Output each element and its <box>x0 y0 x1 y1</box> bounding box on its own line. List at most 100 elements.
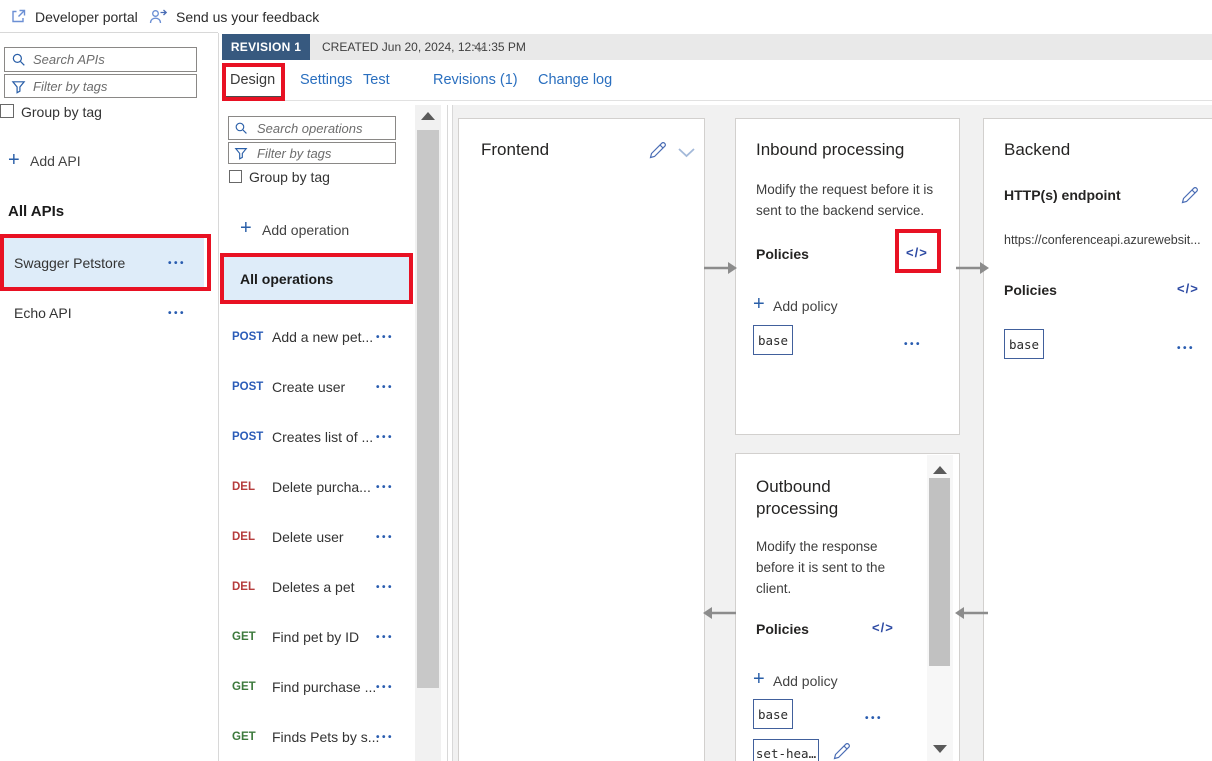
arrow-right-icon <box>954 259 990 277</box>
tabs-bottom-border <box>222 100 1212 101</box>
all-operations-item[interactable]: All operations <box>222 257 412 301</box>
filter-operations-input[interactable] <box>228 142 396 164</box>
backend-policy-more-button[interactable]: ••• <box>1177 343 1195 354</box>
operation-name: Deletes a pet <box>272 579 355 595</box>
method-badge: DEL <box>232 581 255 593</box>
search-operations-input[interactable] <box>228 116 396 140</box>
operation-row[interactable]: GET Finds Pets by s... ••• <box>222 726 412 748</box>
policy-chip-label: base <box>757 332 789 348</box>
arrow-left-icon <box>702 604 738 622</box>
all-operations-label: All operations <box>240 271 334 287</box>
plus-icon: + <box>753 668 765 690</box>
operation-name: Creates list of ... <box>272 429 374 445</box>
operation-more-button[interactable]: ••• <box>376 432 394 443</box>
operation-more-button[interactable]: ••• <box>376 482 394 493</box>
chevron-down-icon[interactable] <box>677 147 696 158</box>
plus-icon: + <box>8 149 20 171</box>
operation-more-button[interactable]: ••• <box>376 632 394 643</box>
operation-row[interactable]: POST Add a new pet... ••• <box>222 326 412 348</box>
method-badge: DEL <box>232 481 255 493</box>
add-policy-label: Add policy <box>773 298 838 314</box>
operation-row[interactable]: POST Create user ••• <box>222 376 412 398</box>
operation-row[interactable]: DEL Delete user ••• <box>222 526 412 548</box>
group-by-tag-operations-label: Group by tag <box>249 169 330 185</box>
api-item-label: Swagger Petstore <box>14 255 126 271</box>
outbound-policies-label: Policies <box>756 621 809 637</box>
inbound-add-policy-button[interactable]: + Add policy <box>753 294 863 316</box>
external-link-icon <box>10 8 27 25</box>
tab-test[interactable]: Test <box>363 72 390 88</box>
outbound-scrollbar-thumb[interactable] <box>929 478 950 666</box>
add-api-button[interactable]: + Add API <box>8 150 128 172</box>
operation-row[interactable]: GET Find pet by ID ••• <box>222 626 412 648</box>
operation-row[interactable]: DEL Deletes a pet ••• <box>222 576 412 598</box>
operation-more-button[interactable]: ••• <box>376 732 394 743</box>
operation-name: Find purchase ... <box>272 679 377 695</box>
outbound-add-policy-button[interactable]: + Add policy <box>753 669 863 691</box>
api-item-echo-api[interactable]: Echo API ••• <box>0 291 204 335</box>
revision-created-text: CREATED Jun 20, 2024, 12:41:35 PM <box>322 40 526 54</box>
api-more-button[interactable]: ••• <box>168 308 186 319</box>
scroll-up-icon[interactable] <box>933 466 947 474</box>
edit-pencil-icon[interactable] <box>831 741 852 761</box>
policy-chip-label: base <box>1008 336 1040 352</box>
tab-design[interactable]: Design <box>230 72 275 88</box>
outbound-policy-base-chip[interactable]: base <box>753 699 793 729</box>
arrow-left-icon <box>954 604 990 622</box>
operation-more-button[interactable]: ••• <box>376 382 394 393</box>
operations-scrollbar-thumb[interactable] <box>417 130 439 688</box>
tab-settings[interactable]: Settings <box>300 72 352 88</box>
revision-badge: REVISION 1 <box>222 34 310 60</box>
code-editor-icon[interactable]: </> <box>872 620 894 635</box>
scroll-up-icon[interactable] <box>421 112 435 120</box>
api-more-button[interactable]: ••• <box>168 258 186 269</box>
inbound-processing-card: Inbound processing Modify the request be… <box>735 118 960 435</box>
scroll-down-icon[interactable] <box>933 745 947 753</box>
edit-pencil-icon[interactable] <box>647 140 668 161</box>
revision-chevron-down-icon[interactable] <box>472 43 487 53</box>
add-policy-label: Add policy <box>773 673 838 689</box>
add-operation-button[interactable]: + Add operation <box>240 218 380 240</box>
operation-row[interactable]: GET Find purchase ... ••• <box>222 676 412 698</box>
tab-change-log[interactable]: Change log <box>538 72 612 88</box>
operation-more-button[interactable]: ••• <box>376 682 394 693</box>
topbar-divider <box>0 32 218 33</box>
inbound-policy-more-button[interactable]: ••• <box>904 339 922 350</box>
method-badge: GET <box>232 631 256 643</box>
feedback-person-icon <box>148 8 168 25</box>
api-item-swagger-petstore[interactable]: Swagger Petstore ••• <box>0 237 204 288</box>
outbound-policy-set-header-chip[interactable]: set-hea… <box>753 739 819 761</box>
outbound-processing-card: Outbound processing Modify the response … <box>735 453 960 761</box>
sidebar-divider <box>218 33 219 761</box>
operation-more-button[interactable]: ••• <box>376 532 394 543</box>
code-editor-icon[interactable]: </> <box>1177 281 1199 296</box>
developer-portal-link[interactable]: Developer portal <box>10 0 138 33</box>
outbound-policy-more-button[interactable]: ••• <box>865 713 883 724</box>
method-badge: POST <box>232 331 264 343</box>
backend-endpoint-label: HTTP(s) endpoint <box>1004 187 1121 203</box>
search-apis-input[interactable] <box>4 47 197 72</box>
operation-more-button[interactable]: ••• <box>376 332 394 343</box>
inbound-policy-base-chip[interactable]: base <box>753 325 793 355</box>
developer-portal-label: Developer portal <box>35 8 138 25</box>
operation-more-button[interactable]: ••• <box>376 582 394 593</box>
group-by-tag-operations-checkbox[interactable] <box>229 170 242 183</box>
frontend-card: Frontend <box>458 118 705 761</box>
feedback-link[interactable]: Send us your feedback <box>148 0 319 33</box>
operation-row[interactable]: DEL Delete purcha... ••• <box>222 476 412 498</box>
plus-icon: + <box>753 293 765 315</box>
outbound-description: Modify the response before it is sent to… <box>756 539 886 596</box>
filter-tags-input[interactable] <box>4 74 197 98</box>
code-editor-icon[interactable]: </> <box>906 245 928 260</box>
operation-row[interactable]: POST Creates list of ... ••• <box>222 426 412 448</box>
method-badge: GET <box>232 731 256 743</box>
api-management-design-page: Developer portal Send us your feedback G… <box>0 0 1212 761</box>
edit-pencil-icon[interactable] <box>1179 185 1200 206</box>
operation-name: Delete user <box>272 529 344 545</box>
inbound-title: Inbound processing <box>756 140 905 159</box>
method-badge: GET <box>232 681 256 693</box>
tab-revisions[interactable]: Revisions (1) <box>433 72 518 88</box>
backend-policy-base-chip[interactable]: base <box>1004 329 1044 359</box>
group-by-tag-checkbox[interactable] <box>0 104 14 118</box>
tab-design-underline <box>225 96 283 100</box>
